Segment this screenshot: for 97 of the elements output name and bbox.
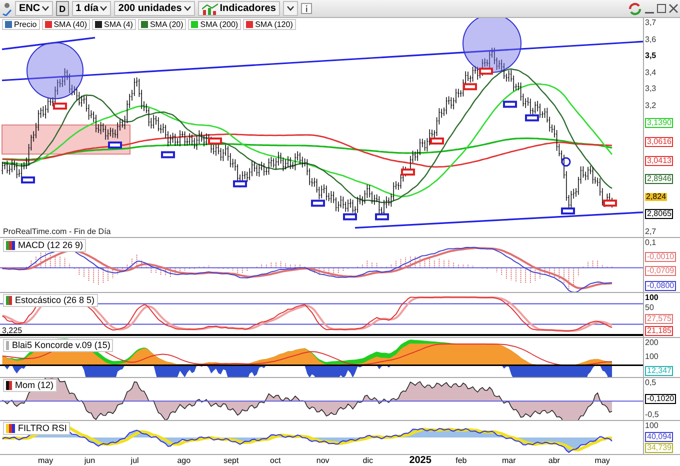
signal-marker [561, 207, 575, 214]
value-label: 2,8065 [645, 209, 674, 220]
circle-highlight [462, 18, 522, 74]
period-badge[interactable]: D [56, 1, 69, 16]
date-label: jun [84, 455, 96, 466]
info-icon[interactable] [300, 3, 312, 14]
person-check-icon[interactable] [2, 2, 12, 16]
indicator-icon [6, 424, 16, 433]
indicator-icon [6, 296, 13, 305]
axis-label: 3,6 [645, 36, 658, 44]
units-dropdown[interactable]: 200 unidades [114, 1, 195, 16]
value-label: -0,0709 [645, 266, 676, 276]
indicator-icon [6, 381, 13, 390]
axis-label: 3,2 [645, 102, 658, 110]
date-label: jul [130, 455, 139, 466]
axis-label: 2,7 [645, 228, 658, 236]
value-label: 2,824 [645, 192, 668, 201]
axis-label: 100 [645, 422, 660, 430]
signal-marker [53, 102, 67, 110]
date-label: may [38, 455, 54, 466]
date-label: mar [502, 455, 516, 466]
value-label: -0,1020 [645, 394, 676, 404]
signal-marker [401, 168, 415, 176]
axis-label: 3,4 [645, 68, 658, 77]
axis-label: 3,7 [645, 19, 658, 27]
axis-label: 200 [645, 339, 660, 347]
value-label: 40,094 [645, 432, 674, 442]
signal-marker [108, 142, 122, 149]
signal-marker [525, 114, 539, 122]
legend-item[interactable]: Precio [2, 19, 40, 30]
signal-marker [311, 200, 325, 207]
date-label: abr [548, 455, 560, 466]
caret-icon [286, 6, 294, 11]
indicator-label[interactable]: FILTRO RSI [3, 422, 70, 435]
source-caption: ProRealTime.com - Fin de Día [3, 227, 111, 236]
ticker-dropdown[interactable]: ENC [15, 1, 54, 16]
axis-label: 50 [645, 304, 655, 312]
legend-item[interactable]: SMA (120) [243, 19, 296, 30]
value-label: -0,0800 [645, 280, 676, 291]
date-label: 2025 [409, 455, 432, 466]
signal-marker [603, 200, 617, 207]
axis-label: 0,1 [645, 239, 658, 247]
date-label: oct [270, 455, 281, 466]
dropdown-button[interactable] [282, 1, 298, 16]
indicator-label[interactable]: Blai5 Koncorde v.09 (15) [3, 339, 114, 352]
value-label: 12,347 [645, 366, 674, 376]
value-label: -0,0010 [645, 252, 676, 262]
indicator-label[interactable]: Estocástico (26 8 5) [3, 294, 98, 307]
date-label: ago [177, 455, 191, 466]
date-label: sept [224, 455, 239, 466]
chart-icon [202, 2, 218, 14]
signal-marker [233, 180, 247, 188]
axis-label: 3,5 [645, 52, 658, 60]
signal-marker [161, 151, 175, 158]
circle-marker [561, 157, 571, 167]
axis-label: -0,5 [645, 411, 660, 419]
indicator-label[interactable]: Mom (12) [3, 379, 57, 392]
value-label: 3,1390 [645, 118, 674, 128]
legend-item[interactable]: SMA (20) [138, 19, 186, 30]
value-label: 3,0616 [645, 137, 674, 148]
date-label: may [594, 455, 610, 466]
signal-marker [463, 83, 477, 90]
date-label: feb [456, 455, 467, 466]
date-label: dic [362, 455, 374, 466]
indicator-label[interactable]: MACD (12 26 9) [3, 239, 86, 252]
legend-item[interactable]: SMA (200) [188, 19, 242, 30]
legend-item[interactable]: SMA (40) [42, 19, 90, 30]
signal-marker [503, 100, 517, 108]
level-label: 3,225 [2, 326, 22, 335]
date-label: nov [316, 455, 330, 466]
caret-icon [42, 6, 50, 11]
refresh-icon[interactable] [628, 2, 642, 16]
circle-highlight [26, 42, 84, 100]
interval-dropdown[interactable]: 1 día [72, 1, 112, 16]
value-label: 2,8946 [645, 174, 674, 184]
signal-marker [375, 213, 389, 220]
indicator-icon [6, 341, 10, 350]
axis-label: 0,5 [645, 379, 658, 387]
axis-label: 100 [645, 294, 660, 302]
value-label: 3,0413 [645, 156, 674, 166]
indicators-button[interactable]: Indicadores [198, 1, 280, 16]
caret-icon [100, 6, 108, 11]
close-icon[interactable] [669, 4, 678, 14]
legend-item[interactable]: SMA (4) [92, 19, 136, 30]
signal-marker [208, 138, 222, 145]
signal-marker [479, 68, 493, 75]
signal-marker [21, 176, 35, 184]
value-label: 27,575 [645, 314, 674, 324]
signal-marker [343, 213, 357, 220]
maximize-icon[interactable] [657, 4, 666, 14]
value-label: 21,185 [645, 326, 674, 336]
value-label: 34,739 [645, 443, 674, 453]
caret-icon [184, 6, 191, 11]
signal-marker [430, 138, 444, 145]
indicator-icon [6, 241, 16, 250]
axis-label: 3,3 [645, 85, 658, 94]
axis-label: 100 [645, 352, 660, 360]
